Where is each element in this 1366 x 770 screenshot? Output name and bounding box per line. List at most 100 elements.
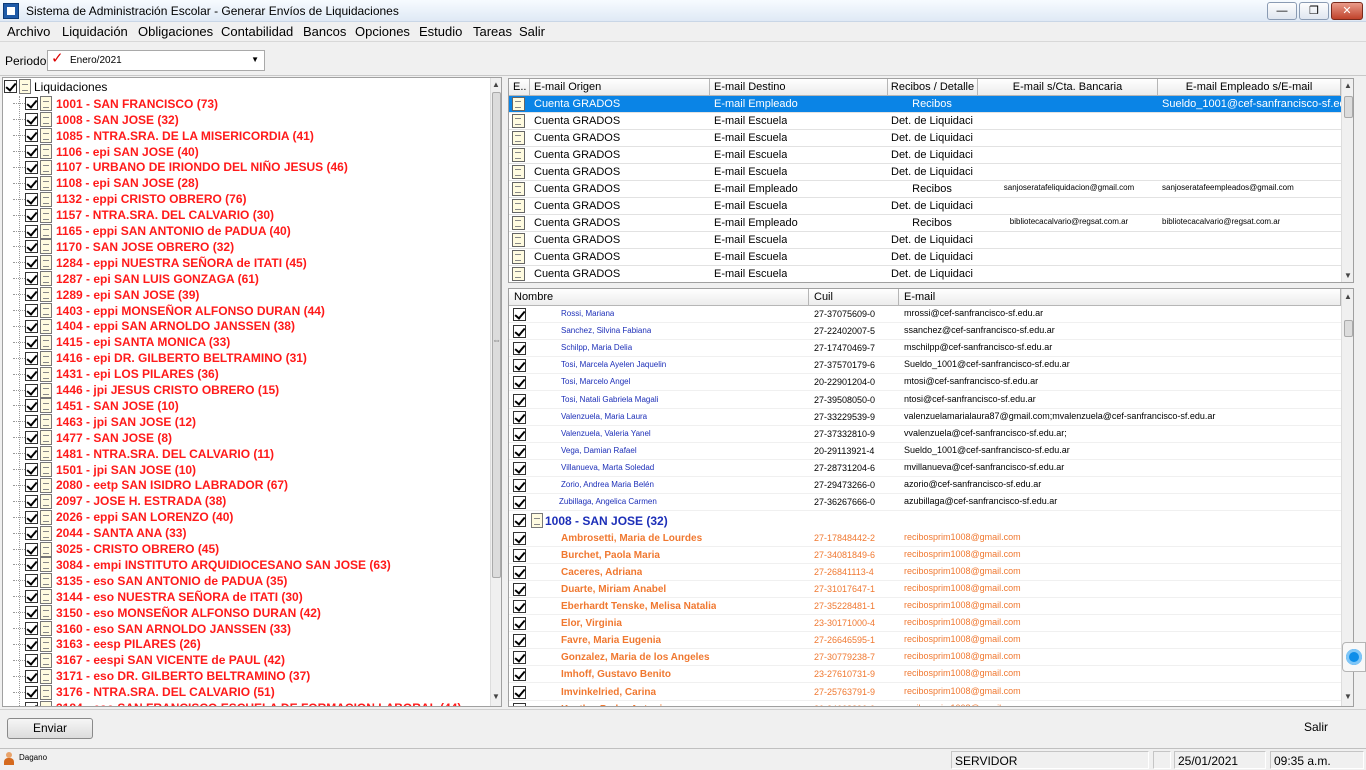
menu-archivo[interactable]: Archivo — [7, 24, 50, 39]
empleado-row[interactable]: Valenzuela, Valeria Yanel 27-37332810-9 vv… — [509, 426, 1341, 443]
tree-item-checkbox[interactable] — [25, 510, 38, 524]
tree-item[interactable]: 1403 - eppi MONSEÑOR ALFONSO DURAN (44) — [13, 303, 325, 319]
envio-row[interactable]: Cuenta GRADOS E-mail Escuela Det. de Liqui… — [509, 198, 1341, 215]
empleado-checkbox[interactable] — [513, 479, 526, 492]
envio-row[interactable]: Cuenta GRADOS E-mail Escuela Det. de Liqui… — [509, 249, 1341, 266]
tree-item[interactable]: 3184 - eso SAN FRANCISCO ESCUELA DE FORM… — [13, 700, 461, 706]
tree-scrollbar[interactable]: ▲ ▼ — [490, 78, 501, 706]
tree-item-checkbox[interactable] — [25, 256, 38, 270]
menu-tareas[interactable]: Tareas — [473, 24, 512, 39]
tree-item[interactable]: 3171 - eso DR. GILBERTO BELTRAMINO (37) — [13, 668, 310, 684]
tree-item[interactable]: 1404 - eppi SAN ARNOLDO JANSSEN (38) — [13, 318, 295, 335]
empleado-row[interactable]: Imvinkelried, Carina 27-25763791-9 recibos… — [509, 684, 1341, 701]
minimize-button[interactable]: — — [1267, 2, 1297, 20]
empleado-checkbox[interactable] — [513, 376, 526, 390]
tree-item[interactable]: 3135 - eso SAN ANTONIO de PADUA (35) — [13, 573, 287, 589]
scroll-down-icon[interactable]: ▼ — [492, 692, 500, 701]
tree-item[interactable]: 1157 - NTRA.SRA. DEL CALVARIO (30) — [13, 207, 274, 223]
empleado-row[interactable]: Villanueva, Marta Soledad 27-28731204-6 mv… — [509, 460, 1341, 477]
empleado-row[interactable]: Schilpp, Maria Delia 27-17470469-7 mschilp… — [509, 340, 1341, 358]
envio-row[interactable]: Cuenta GRADOS E-mail Escuela Det. de Liqui… — [509, 130, 1341, 147]
col-cuil[interactable]: Cuil — [809, 289, 899, 306]
tree-item-checkbox[interactable] — [25, 622, 38, 636]
empleado-checkbox[interactable] — [513, 461, 526, 475]
empleado-checkbox[interactable] — [513, 582, 526, 596]
empleado-checkbox[interactable] — [513, 668, 526, 682]
tree-item-checkbox[interactable] — [25, 272, 38, 286]
envio-row[interactable]: Cuenta GRADOS E-mail Escuela Det. de Liqui… — [509, 266, 1341, 282]
tree-item-checkbox[interactable] — [25, 160, 38, 174]
group-checkbox[interactable] — [513, 514, 526, 528]
tree-item-checkbox[interactable] — [25, 526, 38, 540]
close-button[interactable]: ✕ — [1331, 2, 1363, 20]
tree-item-checkbox[interactable] — [25, 335, 38, 349]
tree-item[interactable]: 1132 - eppi CRISTO OBRERO (76) — [13, 191, 247, 207]
empleado-checkbox[interactable] — [513, 444, 526, 458]
empleado-row[interactable]: Rossi, Mariana 27-37075609-0 mrossi@cef-sa… — [509, 306, 1341, 323]
tree-item[interactable]: 1446 - jpi JESUS CRISTO OBRERO (15) — [13, 382, 279, 398]
tree-item-checkbox[interactable] — [25, 478, 38, 492]
tree-item-checkbox[interactable] — [25, 304, 38, 318]
tree-item-checkbox[interactable] — [25, 701, 38, 706]
splitter-handle-icon[interactable]: ⇔ — [492, 335, 501, 345]
empleado-row[interactable]: Favre, Maria Eugenia 27-26646595-1 recibos… — [509, 632, 1341, 650]
maximize-button[interactable]: ❐ — [1299, 2, 1329, 20]
tree-item[interactable]: 1289 - epi SAN JOSE (39) — [13, 287, 199, 303]
tree-item[interactable]: 1287 - epi SAN LUIS GONZAGA (61) — [13, 271, 259, 287]
empleado-checkbox[interactable] — [513, 427, 526, 441]
tree-item[interactable]: 1108 - epi SAN JOSE (28) — [13, 175, 199, 192]
envio-row[interactable]: Cuenta GRADOS E-mail Empleado Recibos sanjo… — [509, 181, 1341, 198]
empleado-checkbox[interactable] — [513, 325, 526, 339]
col-e[interactable]: E.. — [509, 79, 530, 96]
empleado-checkbox[interactable] — [513, 600, 526, 613]
empleado-checkbox[interactable] — [513, 531, 526, 545]
tree-item-checkbox[interactable] — [25, 192, 38, 206]
tree-item-checkbox[interactable] — [25, 240, 38, 254]
tree-item[interactable]: 1416 - epi DR. GILBERTO BELTRAMINO (31) — [13, 350, 307, 366]
empleado-row[interactable]: Tosi, Marcela Ayelen Jaquelin 27-37570179… — [509, 357, 1341, 375]
tree-root[interactable]: Liquidaciones — [4, 79, 107, 96]
empleado-row[interactable]: Ambrosetti, Maria de Lourdes 27-17848442-… — [509, 530, 1341, 547]
tree-item-checkbox[interactable] — [25, 574, 38, 588]
envio-row[interactable]: Cuenta GRADOS E-mail Escuela Det. de Liqui… — [509, 164, 1341, 181]
empleado-row[interactable]: Burchet, Paola Maria 27-34081849-6 recibos… — [509, 547, 1341, 564]
envios-scrollbar[interactable]: ▲ ▼ — [1341, 79, 1353, 282]
tree-item-checkbox[interactable] — [25, 431, 38, 445]
empleado-row[interactable]: Vega, Damian Rafael 20-29113921-4 Sueldo_1… — [509, 443, 1341, 460]
envio-row[interactable]: Cuenta GRADOS E-mail Escuela Det. de Liqui… — [509, 113, 1341, 130]
col-recibos-detalle[interactable]: Recibos / Detalle — [888, 79, 978, 96]
tree-item-checkbox[interactable] — [25, 558, 38, 572]
empleado-checkbox[interactable] — [513, 496, 526, 510]
tree-item[interactable]: 2026 - eppi SAN LORENZO (40) — [13, 509, 233, 525]
empleado-checkbox[interactable] — [513, 617, 526, 631]
tree-item[interactable]: 3150 - eso MONSEÑOR ALFONSO DURAN (42) — [13, 605, 321, 621]
tree-item[interactable]: 3084 - empi INSTITUTO ARQUIDIOCESANO SAN… — [13, 557, 391, 573]
envio-row[interactable]: Cuenta GRADOS E-mail Escuela Det. de Liqui… — [509, 232, 1341, 249]
empleado-checkbox[interactable] — [513, 342, 526, 356]
tree-item[interactable]: 1001 - SAN FRANCISCO (73) — [13, 96, 218, 112]
envio-row[interactable]: Cuenta GRADOS E-mail Empleado Recibos Sueld… — [509, 96, 1353, 113]
empleado-row[interactable]: Gonzalez, Maria de los Angeles 27-3077923… — [509, 649, 1341, 667]
dropdown-arrow-icon[interactable]: ▼ — [251, 55, 259, 64]
tree-item[interactable]: 1284 - eppi NUESTRA SEÑORA de ITATI (45) — [13, 255, 307, 271]
empleado-row[interactable]: Valenzuela, Maria Laura 27-33229539-9 vale… — [509, 409, 1341, 426]
tree-item[interactable]: 1085 - NTRA.SRA. DE LA MISERICORDIA (41) — [13, 128, 314, 144]
tree-item-checkbox[interactable] — [25, 145, 38, 159]
empleado-checkbox[interactable] — [513, 685, 526, 699]
col-email-origen[interactable]: E-mail Origen — [530, 79, 710, 96]
tree-item-checkbox[interactable] — [25, 542, 38, 556]
tree-item[interactable]: 2044 - SANTA ANA (33) — [13, 525, 186, 541]
empleado-row[interactable]: Eberhardt Tenske, Melisa Natalia 27-35228… — [509, 598, 1341, 615]
tree-item-checkbox[interactable] — [25, 415, 38, 429]
menu-obligaciones[interactable]: Obligaciones — [138, 24, 213, 39]
tree-item[interactable]: 2097 - JOSE H. ESTRADA (38) — [13, 493, 226, 510]
menu-salir[interactable]: Salir — [519, 24, 545, 39]
empleado-row[interactable]: Kestler, Pedro Antonio 20-24668296-0 recib… — [509, 701, 1341, 706]
tree-item-checkbox[interactable] — [25, 494, 38, 508]
tree-item-checkbox[interactable] — [25, 383, 38, 397]
tree-item-checkbox[interactable] — [25, 606, 38, 620]
col-email-empleado[interactable]: E-mail Empleado s/E-mail — [1158, 79, 1341, 96]
empleado-checkbox[interactable] — [513, 308, 526, 321]
empleado-checkbox[interactable] — [513, 359, 526, 373]
group-row[interactable]: 1008 - SAN JOSE (32) — [509, 512, 1341, 530]
